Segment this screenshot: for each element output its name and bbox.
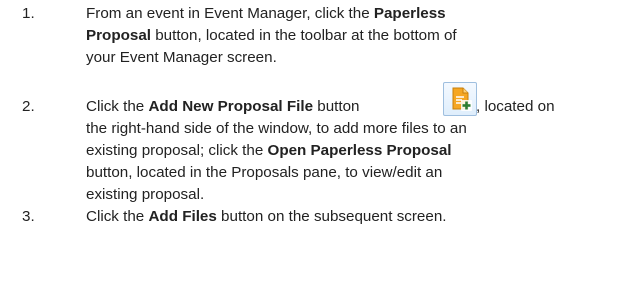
step-text: button, located in the toolbar at the bo… xyxy=(151,27,457,44)
step-line: Proposal button, located in the toolbar … xyxy=(86,25,457,47)
step-line: your Event Manager screen. xyxy=(86,47,277,69)
step-number: 2. xyxy=(22,98,35,115)
bold-term: Paperless xyxy=(373,5,446,22)
step-line: Click the Add New Proposal File button xyxy=(86,96,359,118)
step-number: 3. xyxy=(22,208,35,225)
step-number: 1. xyxy=(22,5,35,22)
step-text: Click the xyxy=(86,208,149,225)
bold-term: Add Files xyxy=(148,208,217,225)
step-text: your Event Manager screen. xyxy=(86,49,277,66)
bold-term: Proposal xyxy=(86,27,151,44)
step-text: button xyxy=(313,98,360,115)
step-text: existing proposal; click the xyxy=(86,142,268,159)
step-line: , located on xyxy=(476,96,555,118)
step-text: the right-hand side of the window, to ad… xyxy=(86,120,467,137)
step-line: Click the Add Files button on the subseq… xyxy=(86,206,447,228)
step-line: From an event in Event Manager, click th… xyxy=(86,3,446,25)
step-text: Click the xyxy=(86,98,149,115)
step-line: the right-hand side of the window, to ad… xyxy=(86,118,467,140)
step-text: button on the subsequent screen. xyxy=(216,208,447,225)
bold-term: Add New Proposal File xyxy=(148,98,314,115)
bold-term: Open Paperless Proposal xyxy=(267,142,452,159)
step-line: button, located in the Proposals pane, t… xyxy=(86,162,442,184)
step-text: button, located in the Proposals pane, t… xyxy=(86,164,443,181)
step-line: existing proposal; click the Open Paperl… xyxy=(86,140,452,162)
step-text: From an event in Event Manager, click th… xyxy=(86,5,374,22)
add-proposal-file-icon xyxy=(443,82,477,116)
step-text: existing proposal. xyxy=(86,186,205,203)
step-line: existing proposal. xyxy=(86,184,204,206)
step-text: , located on xyxy=(476,98,555,115)
